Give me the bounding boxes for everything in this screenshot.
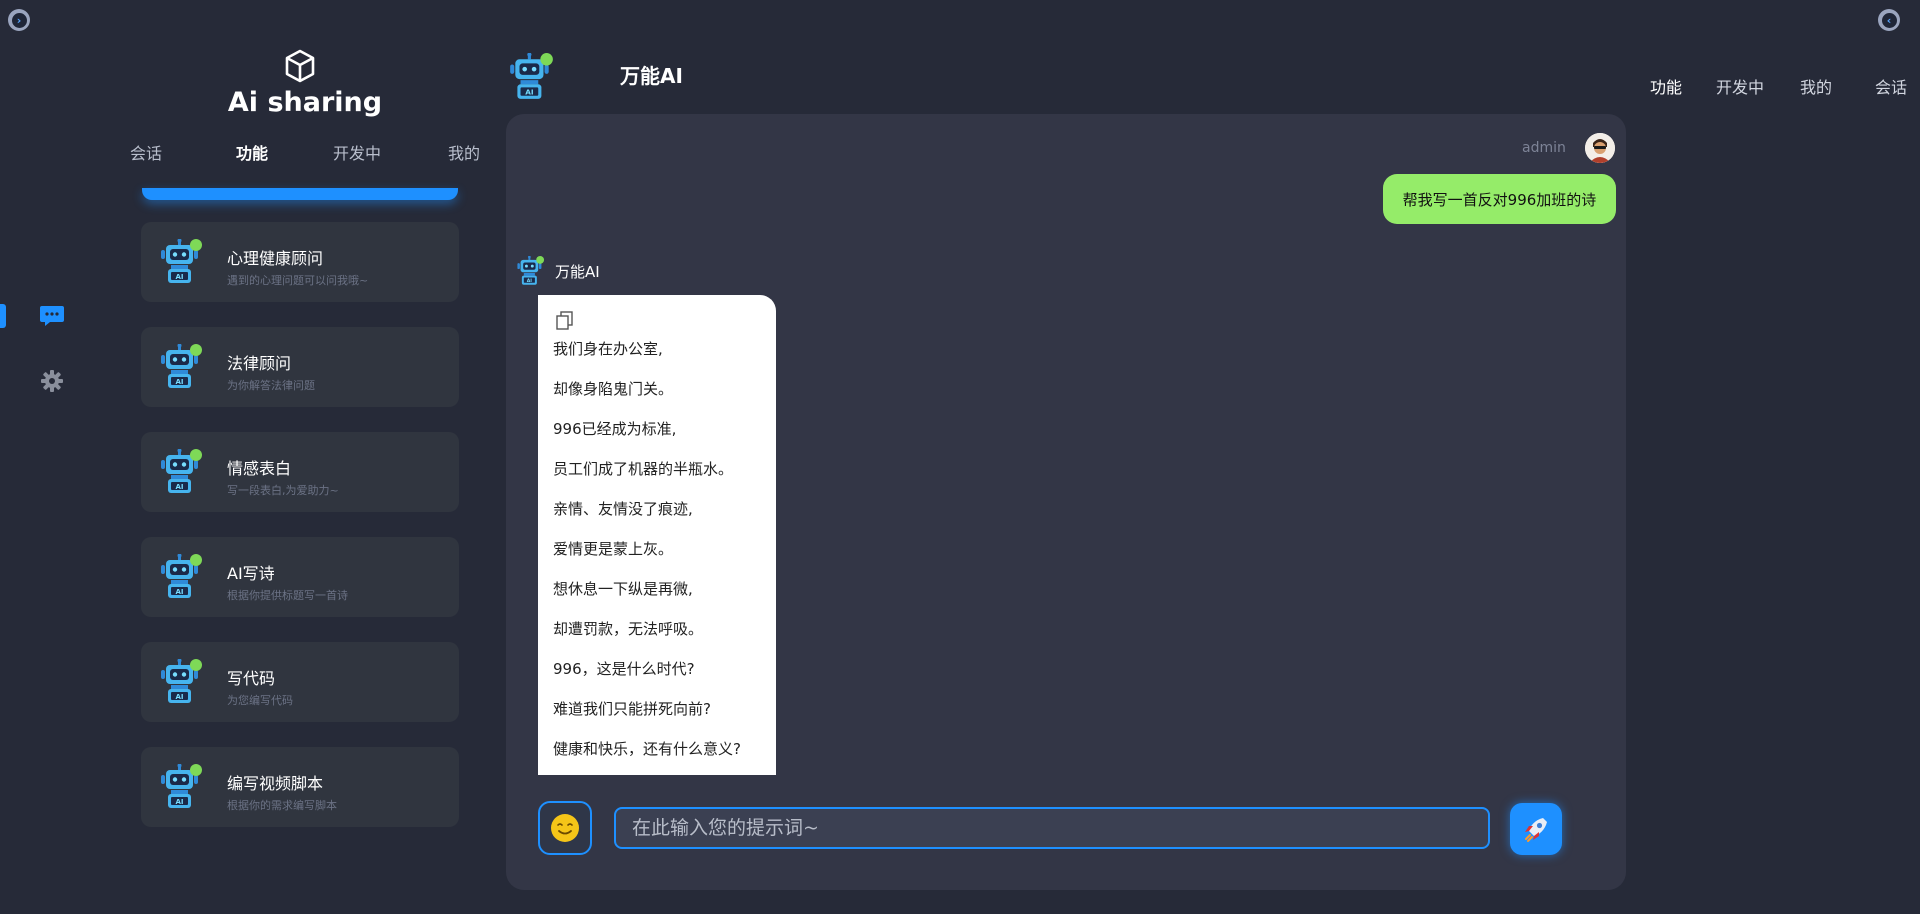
poem-line: 却遭罚款，无法呼吸。: [553, 620, 704, 638]
poem-line: 996已经成为标准,: [553, 420, 677, 438]
assistant-subtitle: 为您编写代码: [227, 694, 293, 707]
tab-indicator: [142, 188, 458, 200]
assistant-title: 情感表白: [227, 459, 292, 478]
assistant-card-legal[interactable]: 法律顾问 为你解答法律问题: [141, 327, 459, 407]
ai-name: 万能AI: [555, 263, 600, 281]
poem-line: 我们身在办公室,: [553, 340, 663, 358]
user-name: admin: [1522, 140, 1566, 156]
ai-message: 我们身在办公室, 却像身陷鬼门关。 996已经成为标准, 员工们成了机器的半瓶水…: [538, 295, 776, 775]
user-message: 帮我写一首反对996加班的诗: [1383, 174, 1616, 224]
robot-avatar-icon: [161, 239, 203, 285]
gear-icon[interactable]: [38, 367, 66, 395]
brand-title: Ai sharing: [227, 87, 383, 118]
cube-icon: [282, 48, 318, 84]
poem-line: 健康和快乐，还有什么意义?: [553, 740, 741, 758]
robot-avatar-icon: [517, 256, 545, 286]
tab-developing[interactable]: 开发中: [333, 140, 381, 164]
assistant-card-ai-poem[interactable]: AI写诗 根据你提供标题写一首诗: [141, 537, 459, 617]
chevron-left-icon[interactable]: ‹: [1878, 9, 1900, 31]
robot-avatar-icon: [508, 53, 556, 101]
right-nav-developing[interactable]: 开发中: [1716, 77, 1764, 98]
assistant-card-code[interactable]: 写代码 为您编写代码: [141, 642, 459, 722]
tab-features[interactable]: 功能: [236, 140, 268, 164]
assistant-title: 编写视频脚本: [227, 774, 324, 793]
robot-avatar-icon: [161, 764, 203, 810]
assistant-card-mental-health[interactable]: 心理健康顾问 遇到的心理问题可以问我哦~: [141, 222, 459, 302]
assistant-title: AI写诗: [227, 564, 275, 583]
robot-avatar-icon: [161, 554, 203, 600]
tab-mine[interactable]: 我的: [448, 140, 480, 164]
assistant-subtitle: 为你解答法律问题: [227, 379, 315, 392]
assistant-card-video-script[interactable]: 编写视频脚本 根据你的需求编写脚本: [141, 747, 459, 827]
rail-active-marker: [0, 304, 6, 328]
copy-icon[interactable]: [556, 311, 574, 331]
robot-avatar-icon: [161, 344, 203, 390]
poem-line: 996，这是什么时代?: [553, 660, 695, 678]
rocket-icon: [1525, 818, 1547, 842]
assistant-title: 法律顾问: [227, 354, 292, 373]
right-nav-chat[interactable]: 会话: [1875, 77, 1907, 98]
poem-line: 员工们成了机器的半瓶水。: [553, 460, 734, 478]
poem-line: 想休息一下纵是再微,: [553, 580, 693, 598]
assistant-title: 心理健康顾问: [227, 249, 324, 268]
poem-line: 亲情、友情没了痕迹,: [553, 500, 693, 518]
assistant-subtitle: 遇到的心理问题可以问我哦~: [227, 274, 369, 287]
send-button[interactable]: [1510, 803, 1562, 855]
poem-line: 爱情更是蒙上灰。: [553, 540, 674, 558]
prompt-input[interactable]: [614, 807, 1490, 849]
avatar: [1585, 133, 1615, 163]
robot-avatar-icon: [161, 449, 203, 495]
tab-chat[interactable]: 会话: [130, 140, 162, 164]
chat-title: 万能AI: [620, 64, 683, 88]
smiley-emoji-icon: [551, 814, 579, 842]
poem-line: 难道我们只能拼死向前?: [553, 700, 711, 718]
poem-line: 却像身陷鬼门关。: [553, 380, 674, 398]
right-nav-features[interactable]: 功能: [1650, 77, 1682, 98]
chevron-right-icon[interactable]: ›: [8, 9, 30, 31]
right-nav-mine[interactable]: 我的: [1800, 77, 1832, 98]
robot-avatar-icon: [161, 659, 203, 705]
assistant-card-love-letter[interactable]: 情感表白 写一段表白,为爱助力~: [141, 432, 459, 512]
emoji-button[interactable]: [538, 801, 592, 855]
assistant-subtitle: 根据你提供标题写一首诗: [227, 589, 348, 602]
assistant-subtitle: 写一段表白,为爱助力~: [227, 484, 339, 497]
chat-bubble-icon[interactable]: [38, 302, 66, 330]
assistant-subtitle: 根据你的需求编写脚本: [227, 799, 337, 812]
assistant-title: 写代码: [227, 669, 276, 688]
